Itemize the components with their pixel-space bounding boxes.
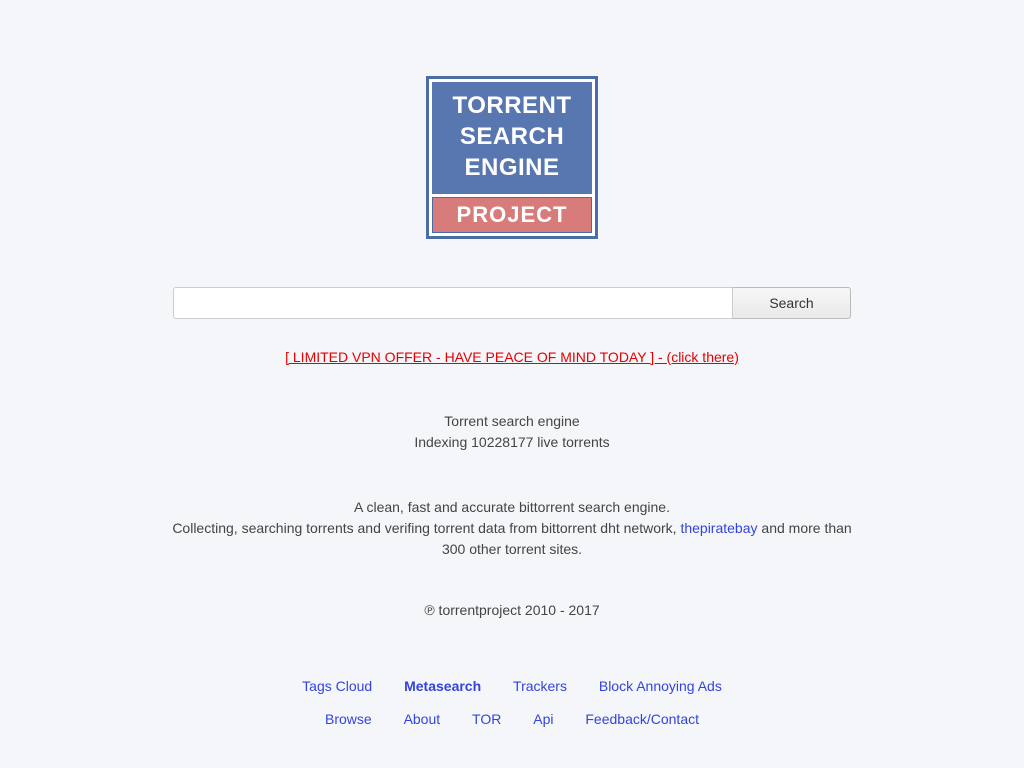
footer-nav: Tags Cloud Metasearch Trackers Block Ann… (288, 670, 736, 737)
logo-line1: TORRENT (452, 90, 571, 121)
desc-line2a: Collecting, searching torrents and verif… (172, 520, 680, 536)
nav-metasearch[interactable]: Metasearch (404, 670, 481, 704)
nav-api[interactable]: Api (533, 703, 553, 737)
tagline: Torrent search engine Indexing 10228177 … (414, 411, 609, 453)
vpn-offer-link[interactable]: [ LIMITED VPN OFFER - HAVE PEACE OF MIND… (285, 349, 739, 365)
nav-row-1: Tags Cloud Metasearch Trackers Block Ann… (288, 670, 736, 704)
description: A clean, fast and accurate bittorrent se… (162, 497, 862, 560)
nav-tor[interactable]: TOR (472, 703, 501, 737)
nav-block-ads[interactable]: Block Annoying Ads (599, 670, 722, 704)
logo-line2: SEARCH (452, 121, 571, 152)
desc-line1: A clean, fast and accurate bittorrent se… (162, 497, 862, 518)
logo-line3: ENGINE (452, 152, 571, 183)
nav-about[interactable]: About (404, 703, 441, 737)
search-button[interactable]: Search (733, 287, 851, 319)
tagline-line1: Torrent search engine (414, 411, 609, 432)
search-row: Search (173, 287, 851, 319)
logo-line4: PROJECT (432, 197, 591, 233)
tagline-line2: Indexing 10228177 live torrents (414, 432, 609, 453)
desc-line2: Collecting, searching torrents and verif… (162, 518, 862, 560)
nav-browse[interactable]: Browse (325, 703, 372, 737)
nav-row-2: Browse About TOR Api Feedback/Contact (288, 703, 736, 737)
nav-tags-cloud[interactable]: Tags Cloud (302, 670, 372, 704)
logo-top: TORRENT SEARCH ENGINE (432, 82, 591, 194)
logo: TORRENT SEARCH ENGINE PROJECT (426, 76, 597, 239)
copyright: ℗ torrentproject 2010 - 2017 (424, 602, 599, 618)
search-input[interactable] (173, 287, 733, 319)
nav-feedback[interactable]: Feedback/Contact (585, 703, 699, 737)
thepiratebay-link[interactable]: thepiratebay (680, 520, 757, 536)
page-container: TORRENT SEARCH ENGINE PROJECT Search [ L… (0, 0, 1024, 737)
nav-trackers[interactable]: Trackers (513, 670, 567, 704)
